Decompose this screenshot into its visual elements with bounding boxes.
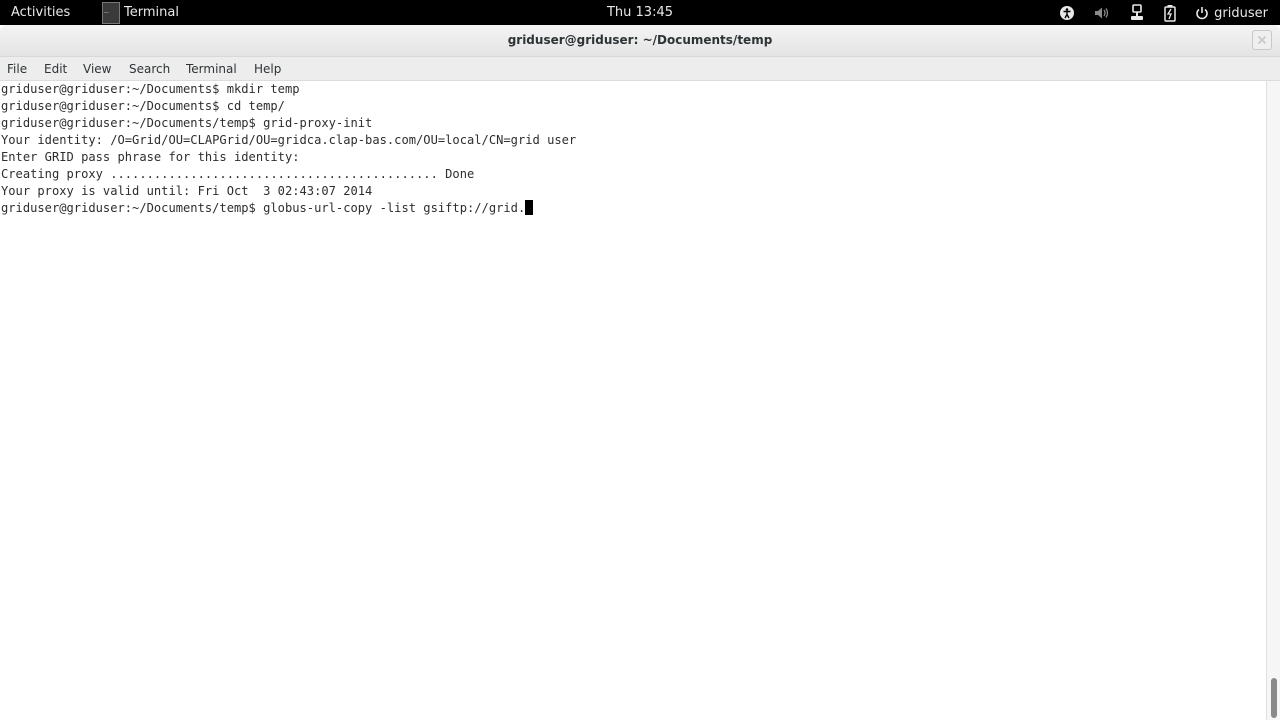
text-cursor (525, 200, 534, 215)
power-icon[interactable]: griduser (1195, 6, 1268, 21)
window-titlebar[interactable]: griduser@griduser: ~/Documents/temp (0, 25, 1280, 57)
menu-help[interactable]: Help (254, 62, 281, 76)
user-menu-label[interactable]: griduser (1214, 6, 1268, 21)
activities-button[interactable]: Activities (11, 5, 70, 20)
menu-bar: File Edit View Search Terminal Help (0, 57, 1280, 81)
scrollbar-thumb[interactable] (1271, 678, 1277, 718)
terminal-output[interactable]: griduser@griduser:~/Documents$ mkdir tem… (0, 81, 1266, 720)
terminal-line: Enter GRID pass phrase for this identity… (1, 150, 300, 164)
terminal-window: griduser@griduser: ~/Documents/temp File… (0, 25, 1280, 720)
terminal-line: griduser@griduser:~/Documents$ mkdir tem… (1, 82, 300, 96)
menu-terminal[interactable]: Terminal (186, 62, 237, 76)
terminal-line: griduser@griduser:~/Documents/temp$ grid… (1, 116, 373, 130)
window-title: griduser@griduser: ~/Documents/temp (507, 33, 773, 47)
close-icon (1257, 35, 1267, 45)
terminal-text: griduser@griduser:~/Documents$ mkdir tem… (0, 81, 1266, 217)
accessibility-icon[interactable] (1059, 5, 1075, 21)
terminal-scrollbar[interactable] (1266, 81, 1280, 720)
terminal-line: griduser@griduser:~/Documents$ cd temp/ (1, 99, 285, 113)
close-button[interactable] (1252, 30, 1272, 50)
menu-file[interactable]: File (7, 62, 27, 76)
current-prompt: griduser@griduser:~/Documents/temp$ (1, 201, 264, 215)
command-input[interactable]: globus-url-copy -list gsiftp://grid. (263, 201, 525, 215)
network-icon[interactable] (1129, 4, 1145, 22)
app-menu-label: Terminal (124, 5, 179, 20)
menu-view[interactable]: View (83, 62, 111, 76)
menu-search[interactable]: Search (129, 62, 170, 76)
terminal-line: Your proxy is valid until: Fri Oct 3 02:… (1, 184, 373, 198)
terminal-line: Creating proxy .........................… (1, 167, 475, 181)
volume-icon[interactable] (1093, 5, 1111, 21)
terminal-app-icon: _ (102, 1, 120, 24)
terminal-line: Your identity: /O=Grid/OU=CLAPGrid/OU=gr… (1, 133, 577, 147)
battery-icon[interactable] (1163, 4, 1177, 22)
app-menu[interactable]: _ Terminal (102, 1, 179, 24)
top-bar: Activities _ Terminal Thu 13:45 griduser (0, 0, 1280, 25)
menu-edit[interactable]: Edit (44, 62, 67, 76)
system-tray: griduser (1041, 3, 1268, 23)
clock[interactable]: Thu 13:45 (607, 5, 673, 20)
